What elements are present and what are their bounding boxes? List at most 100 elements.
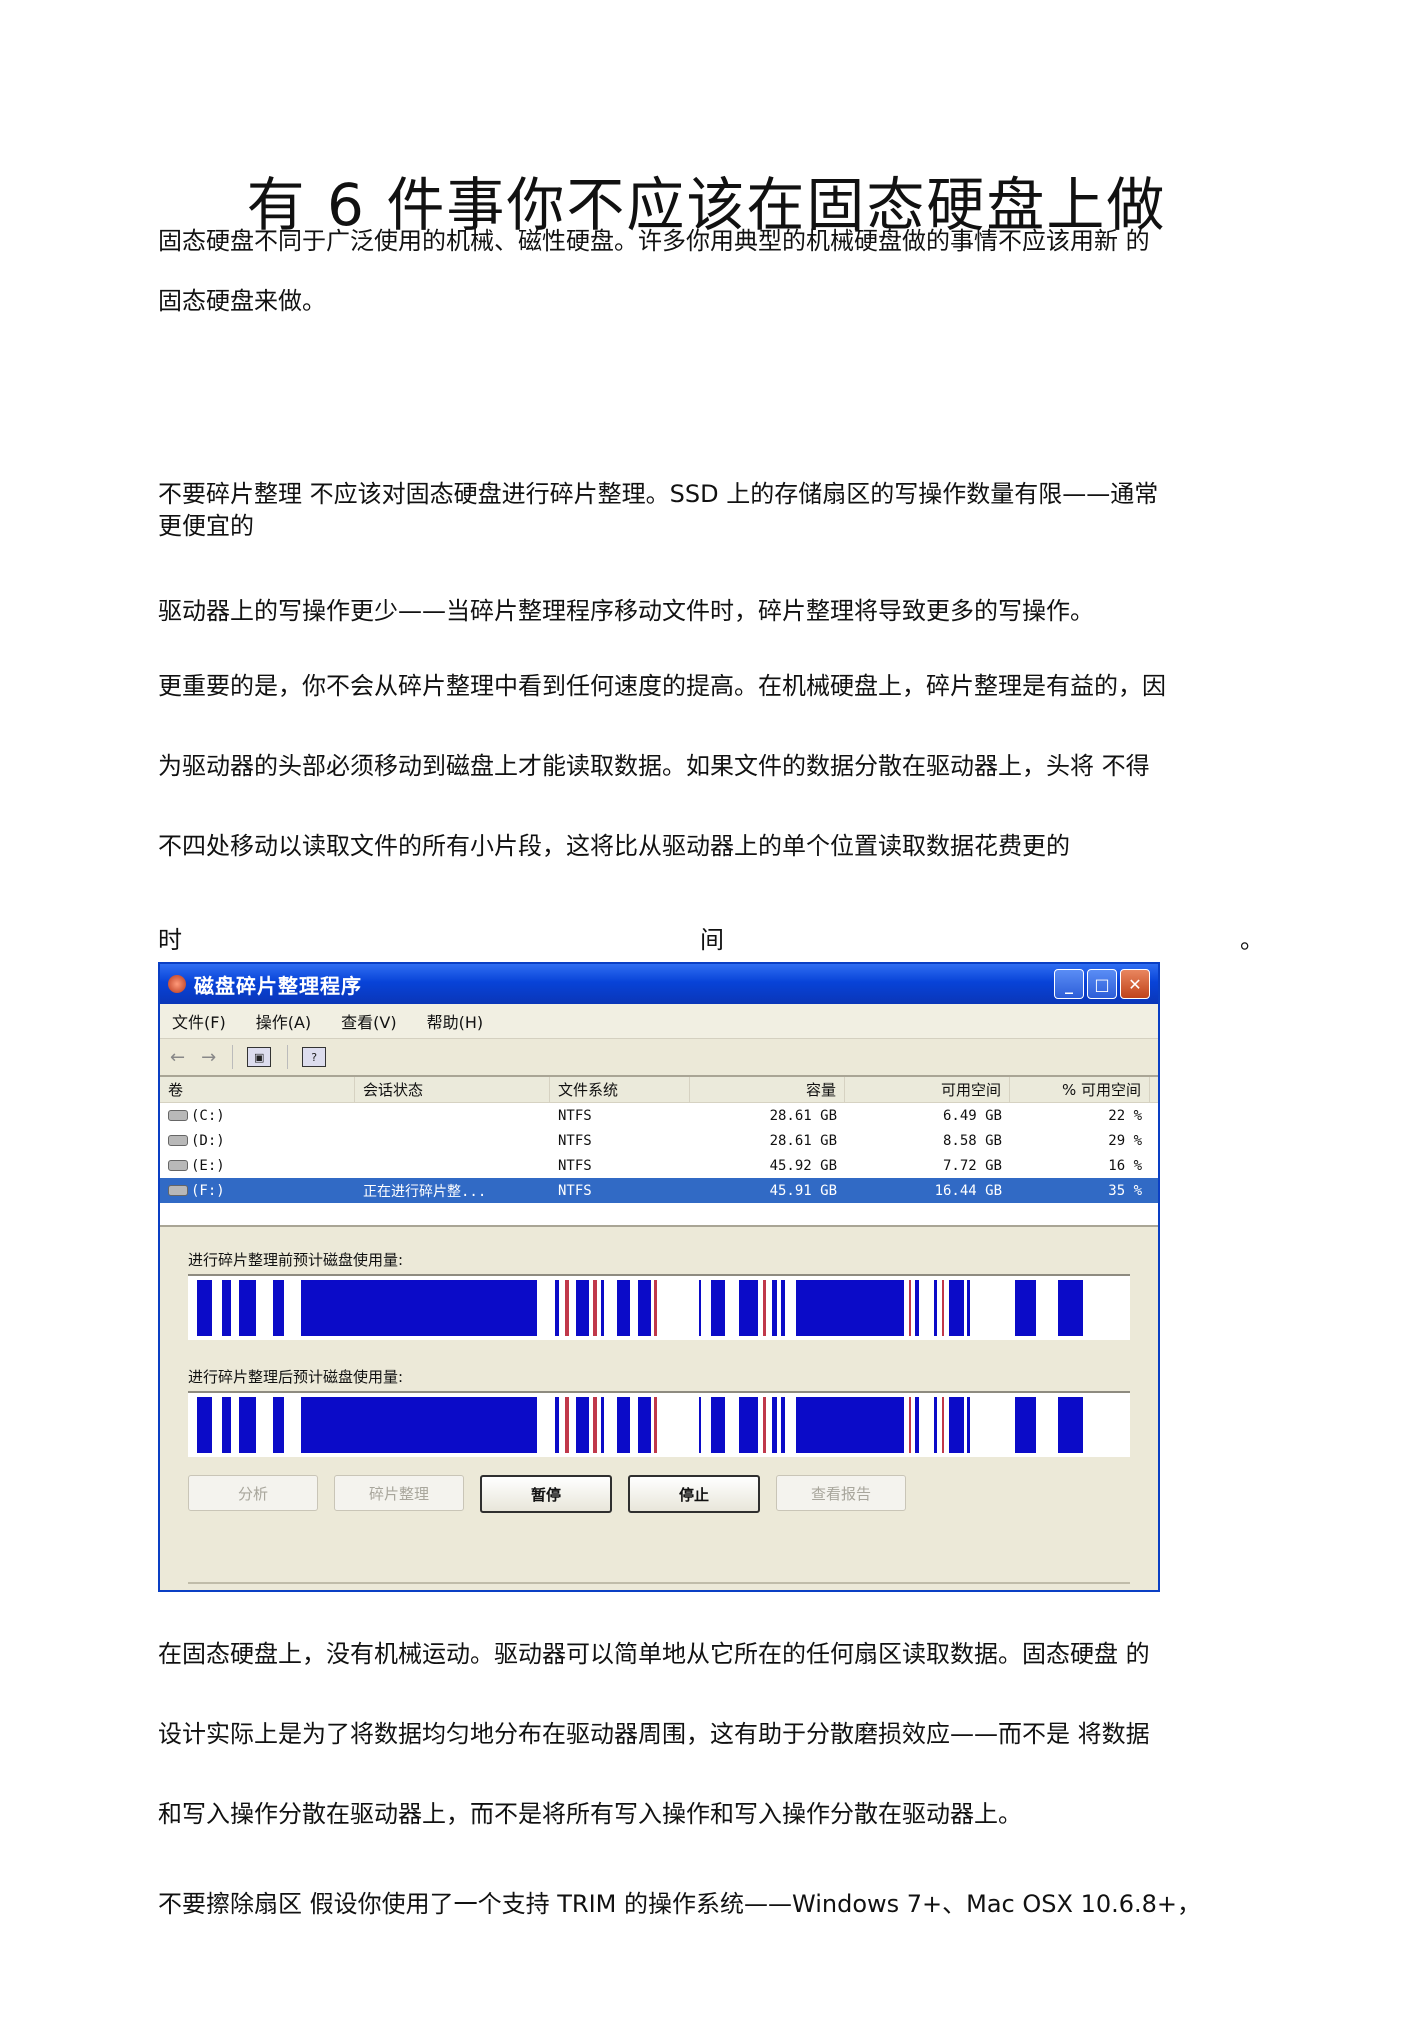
column-header-file-system[interactable]: 文件系统	[550, 1077, 690, 1102]
used-segment	[576, 1280, 590, 1336]
paragraph-defrag-line7-a: 时	[158, 926, 182, 954]
used-segment	[795, 1397, 904, 1453]
volume-capacity: 45.91 GB	[769, 1182, 837, 1199]
volume-free: 7.72 GB	[942, 1157, 1002, 1174]
drive-icon	[168, 1185, 188, 1196]
close-button[interactable]: ✕	[1120, 969, 1150, 999]
used-segment	[238, 1280, 256, 1336]
used-segment	[576, 1397, 590, 1453]
menu-file[interactable]: 文件(F)	[172, 1009, 226, 1033]
volume-row[interactable]: (C:) NTFS 28.61 GB 6.49 GB 22 %	[160, 1103, 1158, 1128]
defragment-button[interactable]: 碎片整理	[334, 1475, 464, 1511]
window-title: 磁盘碎片整理程序	[194, 973, 362, 998]
column-header-free-space[interactable]: 可用空间	[845, 1077, 1010, 1102]
fragmented-segment	[908, 1280, 912, 1336]
pause-button[interactable]: 暂停	[480, 1475, 612, 1513]
before-usage-bar	[188, 1274, 1130, 1340]
before-usage-label: 进行碎片整理前预计磁盘使用量:	[188, 1251, 404, 1269]
volume-fs: NTFS	[558, 1157, 592, 1174]
column-header-percent-free[interactable]: % 可用空间	[1010, 1077, 1150, 1102]
show-hide-console-icon[interactable]: ▣	[247, 1047, 272, 1067]
used-segment	[600, 1397, 605, 1453]
volume-row[interactable]: (D:) NTFS 28.61 GB 8.58 GB 29 %	[160, 1128, 1158, 1153]
used-segment	[934, 1397, 937, 1453]
used-segment	[915, 1397, 919, 1453]
fragmented-segment	[564, 1280, 569, 1336]
fragmented-segment	[941, 1397, 945, 1453]
used-segment	[781, 1397, 786, 1453]
volume-pct-free: 29 %	[1108, 1132, 1142, 1149]
paragraph-defrag-line4: 更重要的是，你不会从碎片整理中看到任何速度的提高。在机械硬盘上，碎片整理是有益的…	[158, 672, 1166, 700]
volume-pct-free: 22 %	[1108, 1107, 1142, 1124]
paragraph-defrag-line7-c: 。	[1240, 926, 1264, 954]
used-segment	[710, 1397, 725, 1453]
fragmented-segment	[564, 1397, 569, 1453]
used-segment	[1058, 1397, 1083, 1453]
used-segment	[301, 1280, 537, 1336]
menu-view[interactable]: 查看(V)	[341, 1009, 396, 1033]
used-segment	[967, 1280, 970, 1336]
used-segment	[221, 1397, 232, 1453]
minimize-button[interactable]: _	[1054, 969, 1084, 999]
used-segment	[1058, 1280, 1083, 1336]
toolbar-separator	[232, 1045, 234, 1069]
used-segment	[710, 1280, 725, 1336]
fragmented-segment	[654, 1280, 658, 1336]
paragraph-intro-line2: 固态硬盘来做。	[158, 287, 326, 315]
stop-button[interactable]: 停止	[628, 1475, 760, 1513]
paragraph-defrag-line7-b: 间	[700, 926, 724, 954]
paragraph-trim-line1: 不要擦除扇区 假设你使用了一个支持 TRIM 的操作系统——Windows 7+…	[158, 1890, 1202, 1918]
drive-icon	[168, 1110, 188, 1121]
view-report-button[interactable]: 查看报告	[776, 1475, 906, 1511]
paragraph-ssd-line1: 在固态硬盘上，没有机械运动。驱动器可以简单地从它所在的任何扇区读取数据。固态硬盘…	[158, 1640, 1150, 1668]
back-arrow-icon[interactable]: ←	[170, 1047, 185, 1068]
used-segment	[1015, 1397, 1036, 1453]
volume-fs: NTFS	[558, 1132, 592, 1149]
paragraph-defrag-line3: 驱动器上的写操作更少——当碎片整理程序移动文件时，碎片整理将导致更多的写操作。	[158, 597, 1094, 625]
volume-name: (D:)	[191, 1132, 225, 1149]
volume-fs: NTFS	[558, 1107, 592, 1124]
column-header-volume[interactable]: 卷	[160, 1077, 355, 1102]
volume-name: (C:)	[191, 1107, 225, 1124]
used-segment	[1015, 1280, 1036, 1336]
table-bottom-border	[160, 1203, 1158, 1227]
used-segment	[698, 1280, 702, 1336]
used-segment	[772, 1397, 777, 1453]
used-segment	[698, 1397, 702, 1453]
fragmented-segment	[593, 1397, 597, 1453]
paragraph-defrag-line6: 不四处移动以读取文件的所有小片段，这将比从驱动器上的单个位置读取数据花费更的	[158, 832, 1070, 860]
menu-action[interactable]: 操作(A)	[256, 1009, 311, 1033]
status-bar	[188, 1582, 1130, 1584]
column-header-session-status[interactable]: 会话状态	[355, 1077, 550, 1102]
used-segment	[949, 1397, 965, 1453]
fragmented-segment	[762, 1280, 767, 1336]
volume-pct-free: 35 %	[1108, 1182, 1142, 1199]
paragraph-defrag-line5: 为驱动器的头部必须移动到磁盘上才能读取数据。如果文件的数据分散在驱动器上，头将 …	[158, 752, 1150, 780]
volume-row[interactable]: (E:) NTFS 45.92 GB 7.72 GB 16 %	[160, 1153, 1158, 1178]
used-segment	[949, 1280, 965, 1336]
volume-capacity: 45.92 GB	[769, 1157, 837, 1174]
analyze-button[interactable]: 分析	[188, 1475, 318, 1511]
maximize-button[interactable]: □	[1087, 969, 1117, 999]
used-segment	[555, 1397, 560, 1453]
menu-bar: 文件(F) 操作(A) 查看(V) 帮助(H)	[160, 1004, 1158, 1039]
volume-free: 16.44 GB	[934, 1182, 1002, 1199]
help-icon[interactable]: ?	[302, 1047, 327, 1067]
used-segment	[638, 1397, 652, 1453]
paragraph-intro-line1: 固态硬盘不同于广泛使用的机械、磁性硬盘。许多你用典型的机械硬盘做的事情不应该用新…	[158, 227, 1150, 255]
fragmented-segment	[654, 1397, 658, 1453]
menu-help[interactable]: 帮助(H)	[427, 1009, 484, 1033]
used-segment	[238, 1397, 256, 1453]
volume-row-selected[interactable]: (F:) 正在进行碎片整... NTFS 45.91 GB 16.44 GB 3…	[160, 1178, 1158, 1203]
volume-name: (F:)	[191, 1182, 225, 1199]
fragmented-segment	[908, 1397, 912, 1453]
used-segment	[616, 1280, 630, 1336]
action-buttons: 分析 碎片整理 暂停 停止 查看报告	[160, 1457, 1158, 1513]
used-segment	[272, 1397, 285, 1453]
column-header-capacity[interactable]: 容量	[690, 1077, 845, 1102]
volume-table-header: 卷 会话状态 文件系统 容量 可用空间 % 可用空间	[160, 1077, 1158, 1103]
forward-arrow-icon[interactable]: →	[201, 1047, 216, 1068]
volume-name: (E:)	[191, 1157, 225, 1174]
used-segment	[934, 1280, 937, 1336]
usage-panel: 进行碎片整理前预计磁盘使用量: 进行碎片整理后预计磁盘使用量:	[160, 1227, 1158, 1457]
